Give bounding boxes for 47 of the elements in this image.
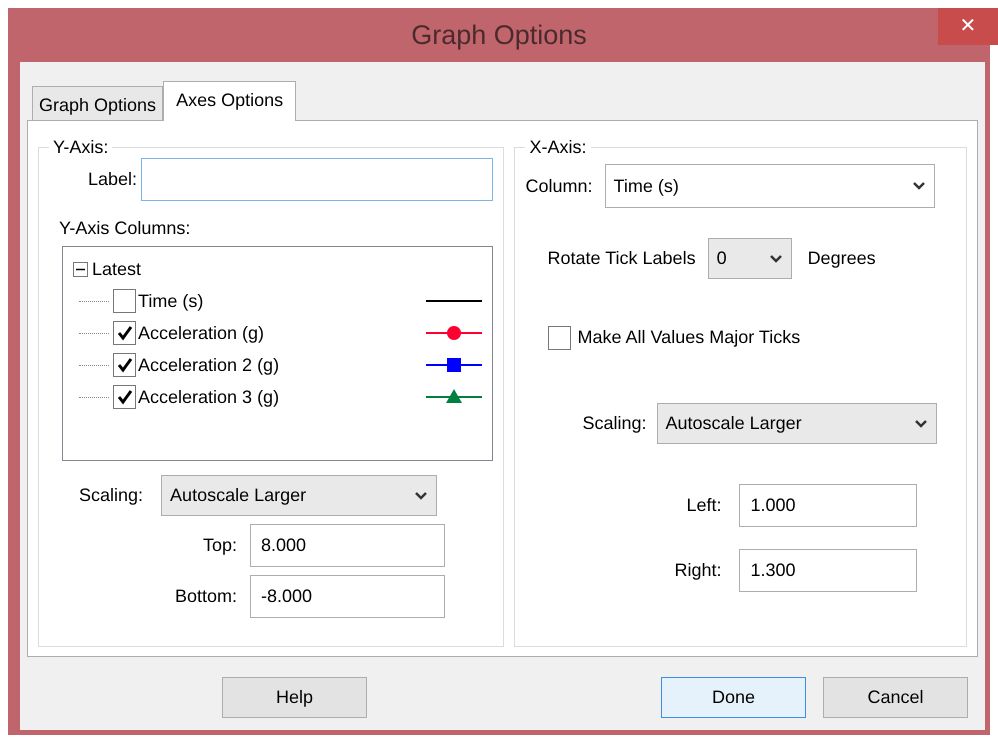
chevron-down-icon — [912, 181, 926, 191]
label-field[interactable] — [141, 158, 493, 201]
dialog-button[interactable]: Done — [661, 677, 806, 718]
checkbox-label[interactable]: Make All Values Major Ticks — [577, 324, 800, 351]
field-label: Y-Axis Columns: — [59, 217, 190, 240]
tree-connector — [79, 300, 109, 302]
checkbox[interactable] — [113, 353, 136, 377]
chevron-down-icon — [768, 254, 783, 264]
field-label: Rotate Tick Labels — [547, 247, 696, 270]
dialog-button[interactable]: Help — [222, 677, 367, 718]
field-label: Top: — [202, 534, 237, 557]
right-field[interactable]: 1.300 — [739, 549, 918, 592]
close-button[interactable]: ✕ — [938, 8, 998, 45]
field-label: Right: — [673, 559, 722, 582]
window-title: Graph Options — [411, 18, 587, 52]
scaling-dropdown[interactable]: Autoscale Larger — [656, 403, 937, 444]
dialog-button[interactable]: Cancel — [823, 677, 968, 718]
left-field[interactable]: 1.000 — [739, 484, 918, 527]
field-label: Scaling: — [79, 484, 144, 507]
checkbox[interactable] — [113, 385, 136, 409]
bottom-field[interactable]: -8.000 — [250, 575, 445, 618]
rotate-dropdown[interactable]: 0 — [708, 238, 792, 279]
tab[interactable]: Graph Options — [32, 86, 164, 120]
chevron-down-icon — [914, 418, 928, 428]
field-label: Label: — [86, 168, 137, 191]
collapse-icon[interactable] — [73, 262, 88, 276]
tree-connector — [79, 364, 109, 366]
field-label: Left: — [685, 494, 722, 517]
checkbox[interactable] — [113, 289, 136, 313]
tree-connector — [79, 332, 109, 334]
chevron-down-icon — [414, 490, 428, 500]
field-label: Degrees — [808, 247, 876, 270]
tree-item[interactable]: Latest — [92, 256, 142, 282]
checkbox[interactable] — [548, 326, 572, 350]
tree-item[interactable]: Acceleration (g) — [138, 320, 426, 346]
tree-item[interactable]: Acceleration 3 (g) — [138, 384, 426, 410]
tree-connector — [79, 396, 109, 398]
field-label: Scaling: — [582, 412, 647, 435]
tab[interactable]: Axes Options — [163, 81, 296, 121]
checkbox[interactable] — [113, 321, 136, 345]
top-field[interactable]: 8.000 — [250, 524, 445, 567]
tree-item[interactable]: Time (s) — [138, 288, 426, 314]
scaling-dropdown[interactable]: Autoscale Larger — [161, 475, 438, 516]
tree-item[interactable]: Acceleration 2 (g) — [138, 352, 426, 378]
field-label: Bottom: — [174, 585, 237, 608]
field-label: Column: — [525, 174, 593, 198]
column-dropdown[interactable]: Time (s) — [604, 164, 935, 208]
